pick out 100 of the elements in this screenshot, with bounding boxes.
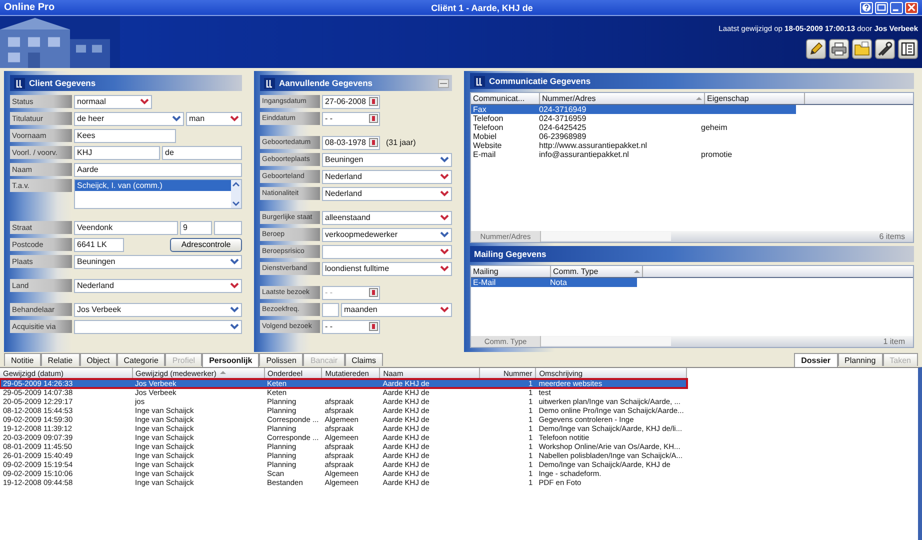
grid-row[interactable]: E-Mail Nota — [471, 278, 637, 287]
edit-button[interactable] — [806, 39, 826, 59]
input-field[interactable]: de — [162, 146, 242, 160]
book-icon — [900, 41, 916, 57]
column-header[interactable]: Communicat... — [471, 93, 540, 104]
column-header[interactable]: Nummer/Adres — [540, 93, 705, 104]
scrollbar[interactable] — [231, 180, 241, 208]
collapse-button[interactable] — [438, 78, 449, 88]
dropdown[interactable]: Beuningen — [74, 254, 242, 268]
grid-cell-text: E-Mail — [472, 278, 497, 287]
dropdown[interactable]: man — [186, 112, 242, 126]
dropdown[interactable]: Nederland — [322, 186, 452, 200]
input-field[interactable] — [214, 220, 242, 234]
dropdown[interactable]: maanden — [341, 302, 452, 316]
tab[interactable]: Polissen — [259, 353, 304, 366]
list-box[interactable]: Scheijck, I. van (comm.) — [74, 179, 242, 209]
grid-row[interactable]: Website http://www.assurantiepakket.nl — [471, 141, 796, 150]
dropdown[interactable]: de heer — [74, 112, 184, 126]
input-field[interactable]: Veendonk — [74, 220, 178, 234]
grid-row[interactable]: Fax 024-3716949 — [471, 105, 796, 114]
grid-cell-text: http://www.assurantiepakket.nl — [538, 141, 648, 150]
restore-icon — [877, 3, 886, 12]
tools-icon — [877, 41, 893, 57]
window-title: Cliënt 1 - Aarde, KHJ de — [430, 2, 534, 12]
input-field[interactable]: Aarde — [74, 162, 242, 176]
grid-cell-text: Website — [472, 141, 503, 150]
grid-cell-text: Fax — [472, 105, 488, 114]
item-count: 6 items — [879, 232, 906, 241]
date-field[interactable]: - - — [322, 320, 380, 334]
tab[interactable]: Categorie — [116, 353, 166, 366]
sort-icon — [634, 268, 640, 274]
dropdown[interactable]: Beuningen — [322, 152, 452, 166]
date-field[interactable]: - - — [322, 112, 380, 126]
input-field[interactable]: Kees — [74, 128, 176, 142]
filter-field[interactable] — [541, 337, 671, 346]
grid-row[interactable]: E-mail info@assurantiepakket.nl promotie — [471, 150, 796, 159]
date-field[interactable]: 08-03-1978 — [322, 136, 380, 150]
date-field[interactable]: 27-06-2008 — [322, 94, 380, 108]
pencil-icon — [808, 41, 824, 57]
folder-icon — [854, 41, 870, 57]
panel-title: Client Gegevens — [29, 78, 96, 88]
tab[interactable]: Relatie — [40, 353, 80, 366]
tab[interactable]: Persoonlijk — [202, 353, 260, 367]
column-header[interactable]: Eigenschap — [705, 93, 805, 104]
grid-cell-text: Mobiel — [472, 132, 498, 141]
age-text: (31 jaar) — [385, 138, 416, 147]
printer-icon — [831, 41, 847, 57]
notes-button[interactable] — [852, 39, 872, 59]
grid-row[interactable]: Telefoon 024-6425425 geheim — [471, 123, 796, 132]
dropdown[interactable]: verkoopmedewerker — [322, 228, 452, 242]
filter-field[interactable] — [541, 232, 671, 241]
tab[interactable]: Object — [80, 353, 117, 366]
tab[interactable]: Dossier — [794, 353, 838, 367]
calendar-icon — [369, 322, 378, 331]
help-icon — [862, 3, 871, 12]
tab[interactable]: Claims — [344, 353, 384, 366]
grid-cell-text: info@assurantiepakket.nl — [538, 150, 630, 159]
grid-cell-text: 024-3716959 — [538, 114, 588, 123]
panel-title: Mailing Gegevens — [474, 249, 546, 259]
column-header[interactable]: Mailing — [471, 266, 551, 277]
grid-row[interactable]: Mobiel 06-23968989 — [471, 132, 796, 141]
grid-cell-text: promotie — [700, 150, 734, 159]
grid-cell-text: Telefoon — [472, 114, 504, 123]
tab[interactable]: Notitie — [4, 353, 41, 366]
print-button[interactable] — [829, 39, 849, 59]
grid-row[interactable]: Telefoon 024-3716959 — [471, 114, 796, 123]
panel-title: Communicatie Gegevens — [489, 76, 591, 86]
minus-icon — [440, 80, 447, 86]
book-button[interactable] — [898, 39, 918, 59]
tab[interactable]: Planning — [838, 353, 883, 366]
grid-cell-text: Telefoon — [472, 123, 504, 132]
input-field[interactable]: KHJ — [74, 146, 160, 160]
sort-icon — [220, 370, 226, 376]
dropdown[interactable]: Jos Verbeek — [74, 302, 242, 316]
dropdown[interactable]: Nederland — [74, 278, 242, 292]
minimize-button[interactable] — [890, 2, 903, 14]
grid-cell-text: 024-3716949 — [538, 105, 588, 114]
input-field[interactable]: 9 — [180, 220, 212, 234]
dropdown[interactable]: alleenstaand — [322, 210, 452, 224]
list-item[interactable]: Scheijck, I. van (comm.) — [75, 180, 231, 191]
tools-button[interactable] — [875, 39, 895, 59]
restore-button[interactable] — [875, 2, 888, 14]
help-button[interactable] — [860, 2, 873, 14]
logo-icon — [474, 76, 485, 86]
input-field[interactable]: 6641 LK — [74, 238, 124, 252]
logo-icon — [14, 78, 25, 88]
input-field[interactable] — [322, 302, 339, 316]
dropdown[interactable]: Nederland — [322, 170, 452, 184]
address-check-button[interactable]: Adrescontrole — [170, 238, 242, 252]
calendar-icon — [369, 288, 378, 297]
column-header[interactable]: Comm. Type — [551, 266, 643, 277]
sort-icon — [696, 96, 702, 102]
app-name: Online Pro — [4, 2, 56, 13]
item-count: 1 item — [883, 337, 906, 346]
close-button[interactable] — [905, 2, 918, 14]
dropdown[interactable]: normaal — [74, 94, 152, 108]
grid-cell-text: Nota — [549, 278, 568, 287]
grid-cell-text: 06-23968989 — [538, 132, 588, 141]
dropdown[interactable]: loondienst fulltime — [322, 262, 452, 276]
panel-title: Aanvullende Gegevens — [279, 78, 373, 88]
